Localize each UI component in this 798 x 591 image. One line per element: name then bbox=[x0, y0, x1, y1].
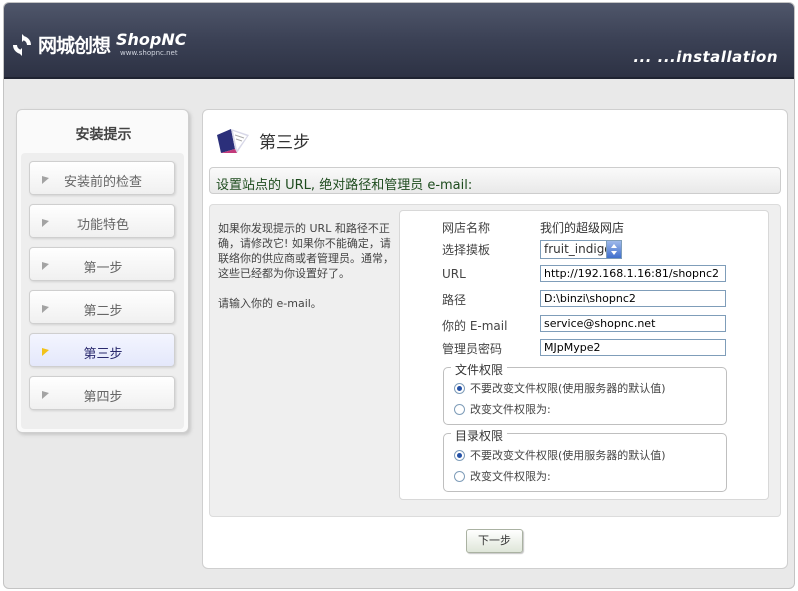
sidebar-item-label: 安装前的检查 bbox=[63, 175, 142, 190]
template-select-value: fruit_indigo bbox=[544, 242, 612, 256]
template-select[interactable]: fruit_indigo bbox=[540, 240, 622, 259]
logo-chinese-name: 网城创想 bbox=[38, 35, 111, 57]
email-label: 你的 E-mail bbox=[442, 319, 508, 333]
sidebar-item-precheck[interactable]: 安装前的检查 bbox=[29, 161, 175, 195]
directory-permission-group: 目录权限 不要改变文件权限(使用服务器的默认值) 改变文件权限为: bbox=[443, 427, 727, 492]
file-permission-group: 文件权限 不要改变文件权限(使用服务器的默认值) 改变文件权限为: bbox=[443, 361, 727, 425]
section-bar-text: 设置站点的 URL, 绝对路径和管理员 e-mail: bbox=[216, 178, 473, 193]
file-perm-change-radio[interactable]: 改变文件权限为: bbox=[454, 401, 551, 417]
sidebar-item-step-2[interactable]: 第二步 bbox=[29, 290, 175, 324]
radio-label: 不要改变文件权限(使用服务器的默认值) bbox=[470, 449, 666, 462]
radio-unchecked-icon[interactable] bbox=[454, 403, 465, 415]
next-step-button[interactable]: 下一步 bbox=[466, 529, 523, 553]
sidebar-step-list: 安装前的检查 功能特色 第一步 第二步 第三步 第四步 bbox=[21, 153, 184, 429]
hint-paragraph: 请输入你的 e-mail。 bbox=[218, 297, 322, 310]
sidebar-item-label: 第二步 bbox=[83, 304, 123, 319]
logo-url: www.shopnc.net bbox=[120, 49, 178, 57]
url-input[interactable] bbox=[540, 265, 726, 282]
path-input[interactable] bbox=[540, 290, 726, 307]
sidebar-item-label: 第一步 bbox=[83, 261, 123, 276]
sidebar-item-step-4[interactable]: 第四步 bbox=[29, 376, 175, 410]
sidebar-item-features[interactable]: 功能特色 bbox=[29, 204, 175, 238]
step-title: 第三步 bbox=[259, 133, 310, 153]
file-perm-keep-radio[interactable]: 不要改变文件权限(使用服务器的默认值) bbox=[454, 380, 666, 396]
file-permission-title: 文件权限 bbox=[451, 361, 508, 378]
dir-perm-change-radio[interactable]: 改变文件权限为: bbox=[454, 468, 551, 484]
dir-perm-keep-radio[interactable]: 不要改变文件权限(使用服务器的默认值) bbox=[454, 447, 666, 463]
settings-form: 网店名称 我们的超级网店 选择摸板 fruit_indigo URL 路径 你的… bbox=[399, 210, 769, 500]
directory-permission-title: 目录权限 bbox=[451, 427, 508, 444]
url-label: URL bbox=[442, 267, 466, 281]
radio-checked-icon[interactable] bbox=[454, 382, 465, 394]
logo-icon bbox=[13, 33, 31, 56]
spinner-icon[interactable] bbox=[606, 241, 621, 258]
sidebar-title: 安装提示 bbox=[75, 127, 132, 143]
shop-name-value: 我们的超级网店 bbox=[540, 221, 625, 235]
book-icon bbox=[217, 129, 249, 153]
sidebar-item-label: 功能特色 bbox=[76, 218, 129, 233]
hint-paragraph: 如果你发现提示的 URL 和路径不正确，请修改它! 如果你不能确定，请联络你的供… bbox=[218, 222, 394, 280]
installation-title: ... ...installation bbox=[633, 48, 778, 66]
logo: 网城创想 ShopNC www.shopnc.net bbox=[10, 31, 187, 58]
hint-text: 如果你发现提示的 URL 和路径不正确，请修改它! 如果你不能确定，请联络你的供… bbox=[218, 221, 398, 326]
radio-label: 改变文件权限为: bbox=[470, 470, 551, 483]
sidebar: 安装提示 安装前的检查 功能特色 第一步 第二步 第三步 第四步 bbox=[16, 109, 189, 433]
radio-checked-icon[interactable] bbox=[454, 449, 465, 461]
sidebar-item-step-3[interactable]: 第三步 bbox=[29, 333, 175, 367]
installer-window: 网城创想 ShopNC www.shopnc.net ... ...instal… bbox=[3, 2, 795, 589]
path-label: 路径 bbox=[442, 293, 467, 307]
admin-password-input[interactable] bbox=[540, 339, 726, 356]
header: 网城创想 ShopNC www.shopnc.net ... ...instal… bbox=[4, 3, 794, 79]
settings-panel: 如果你发现提示的 URL 和路径不正确，请修改它! 如果你不能确定，请联络你的供… bbox=[209, 204, 781, 517]
main-content: 第三步 设置站点的 URL, 绝对路径和管理员 e-mail: 如果你发现提示的… bbox=[202, 109, 788, 569]
template-label: 选择摸板 bbox=[442, 243, 491, 257]
radio-unchecked-icon[interactable] bbox=[454, 470, 465, 482]
radio-label: 改变文件权限为: bbox=[470, 403, 551, 416]
sidebar-item-label: 第三步 bbox=[83, 347, 123, 362]
radio-label: 不要改变文件权限(使用服务器的默认值) bbox=[470, 382, 666, 395]
sidebar-item-step-1[interactable]: 第一步 bbox=[29, 247, 175, 281]
shop-name-label: 网店名称 bbox=[442, 221, 491, 235]
section-bar: 设置站点的 URL, 绝对路径和管理员 e-mail: bbox=[209, 167, 781, 194]
sidebar-item-label: 第四步 bbox=[83, 390, 123, 405]
logo-english-name: ShopNC bbox=[116, 30, 187, 49]
email-input[interactable] bbox=[540, 315, 726, 332]
admin-password-label: 管理员密码 bbox=[442, 342, 503, 356]
